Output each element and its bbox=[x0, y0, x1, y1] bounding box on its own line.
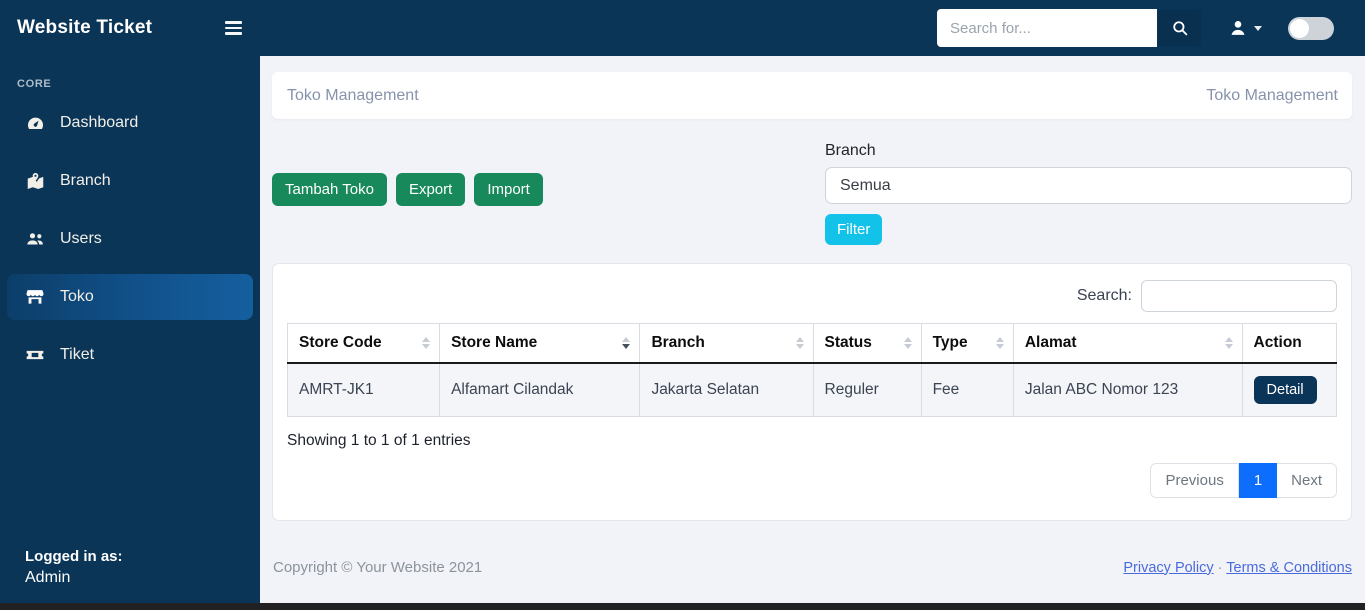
logged-in-user: Admin bbox=[25, 569, 71, 586]
branch-select[interactable]: Semua bbox=[825, 167, 1352, 204]
filter-button[interactable]: Filter bbox=[825, 214, 883, 245]
ticket-icon bbox=[25, 345, 45, 365]
app-title: Website Ticket bbox=[17, 17, 153, 38]
sidebar-item-tiket[interactable]: Tiket bbox=[0, 326, 260, 384]
logged-in-label: Logged in as: bbox=[25, 548, 123, 565]
users-icon bbox=[25, 229, 45, 249]
sidebar-item-dashboard[interactable]: Dashboard bbox=[0, 94, 260, 152]
sidebar-item-users[interactable]: Users bbox=[0, 210, 260, 268]
sidebar-item-label: Branch bbox=[60, 172, 111, 189]
navbar-search-input[interactable] bbox=[937, 9, 1157, 47]
sidebar-section-core: CORE bbox=[17, 78, 52, 90]
map-marked-icon bbox=[25, 171, 45, 191]
sidebar: CORE Dashboard Branch Users Toko Tiket L… bbox=[0, 56, 260, 603]
cell-type: Fee bbox=[920, 362, 1014, 417]
pagination: Previous 1 Next bbox=[287, 463, 1337, 498]
hamburger-icon bbox=[225, 32, 242, 35]
breadcrumb: Toko Management Toko Management bbox=[272, 72, 1352, 119]
table-card: Search: Store Code Store Name Branch Sta… bbox=[272, 263, 1352, 521]
cell-status: Reguler bbox=[812, 362, 922, 417]
theme-toggle-switch[interactable] bbox=[1288, 16, 1334, 40]
sidebar-item-label: Tiket bbox=[60, 346, 95, 363]
terms-conditions-link[interactable]: Terms & Conditions bbox=[1226, 560, 1352, 576]
page-title: Toko Management bbox=[287, 86, 419, 104]
tambah-toko-button[interactable]: Tambah Toko bbox=[272, 173, 387, 206]
column-header-store-name[interactable]: Store Name bbox=[439, 323, 641, 364]
branch-filter: Branch Semua Filter bbox=[825, 142, 1352, 245]
toolbar-filter-row: Tambah Toko Export Import Branch Semua F… bbox=[272, 142, 1352, 245]
export-button[interactable]: Export bbox=[395, 173, 466, 206]
pagination-page-1[interactable]: 1 bbox=[1238, 463, 1278, 498]
sort-icon bbox=[903, 337, 912, 349]
sort-icon bbox=[1224, 337, 1233, 349]
bottom-edge-bar bbox=[0, 603, 1365, 610]
user-menu[interactable] bbox=[1228, 18, 1262, 38]
store-icon bbox=[25, 287, 45, 307]
chevron-down-icon bbox=[1254, 25, 1262, 31]
table-search-label: Search: bbox=[1076, 287, 1132, 304]
table-row: AMRT-JK1 Alfamart Cilandak Jakarta Selat… bbox=[286, 362, 1338, 417]
column-header-status[interactable]: Status bbox=[812, 323, 922, 364]
logged-in-box: Logged in as: Admin bbox=[0, 548, 260, 603]
user-icon bbox=[1228, 18, 1248, 38]
hamburger-icon bbox=[225, 26, 242, 30]
toggle-knob bbox=[1290, 18, 1309, 38]
sort-icon bbox=[422, 337, 431, 349]
table-header-row: Store Code Store Name Branch Status Type… bbox=[286, 323, 1338, 364]
sidebar-toggle-button[interactable] bbox=[225, 15, 251, 41]
sidebar-item-label: Dashboard bbox=[60, 114, 139, 131]
page-layout: CORE Dashboard Branch Users Toko Tiket L… bbox=[0, 56, 1365, 603]
footer-links: Privacy Policy · Terms & Conditions bbox=[1123, 560, 1352, 576]
pagination-next[interactable]: Next bbox=[1277, 463, 1337, 498]
navbar-search bbox=[937, 9, 1202, 47]
toko-table: Store Code Store Name Branch Status Type… bbox=[286, 323, 1338, 417]
copyright-text: Copyright © Your Website 2021 bbox=[273, 559, 483, 576]
sort-icon bbox=[622, 337, 631, 349]
main-area: Toko Management Toko Management Tambah T… bbox=[260, 56, 1365, 603]
hamburger-icon bbox=[225, 21, 242, 24]
privacy-policy-link[interactable]: Privacy Policy bbox=[1123, 560, 1213, 576]
table-search-input[interactable] bbox=[1141, 280, 1337, 312]
cell-action: Detail bbox=[1241, 362, 1338, 417]
search-icon bbox=[1171, 19, 1189, 37]
column-header-store-code[interactable]: Store Code bbox=[286, 323, 441, 364]
top-navbar: Website Ticket bbox=[0, 0, 1365, 56]
footer: Copyright © Your Website 2021 Privacy Po… bbox=[260, 559, 1365, 603]
content: Toko Management Toko Management Tambah T… bbox=[260, 56, 1365, 521]
column-header-action: Action bbox=[1241, 323, 1338, 364]
toolbar: Tambah Toko Export Import bbox=[272, 142, 825, 245]
cell-store-name: Alfamart Cilandak bbox=[439, 362, 641, 417]
sort-icon bbox=[995, 337, 1004, 349]
column-header-branch[interactable]: Branch bbox=[639, 323, 814, 364]
cell-branch: Jakarta Selatan bbox=[639, 362, 814, 417]
sidebar-item-branch[interactable]: Branch bbox=[0, 152, 260, 210]
column-header-alamat[interactable]: Alamat bbox=[1012, 323, 1243, 364]
detail-button[interactable]: Detail bbox=[1253, 376, 1317, 404]
sidebar-item-label: Toko bbox=[60, 288, 94, 305]
cell-store-code: AMRT-JK1 bbox=[286, 362, 441, 417]
sort-icon bbox=[795, 337, 804, 349]
pagination-previous[interactable]: Previous bbox=[1150, 463, 1239, 498]
sidebar-item-label: Users bbox=[60, 230, 102, 247]
import-button[interactable]: Import bbox=[474, 173, 543, 206]
column-header-type[interactable]: Type bbox=[920, 323, 1014, 364]
table-search: Search: bbox=[287, 280, 1337, 312]
cell-alamat: Jalan ABC Nomor 123 bbox=[1012, 362, 1243, 417]
tachometer-icon bbox=[25, 113, 45, 133]
footer-separator: · bbox=[1217, 559, 1223, 576]
navbar-search-button[interactable] bbox=[1157, 9, 1202, 47]
table-info: Showing 1 to 1 of 1 entries bbox=[287, 432, 471, 449]
branch-label: Branch bbox=[825, 142, 876, 159]
breadcrumb-current: Toko Management bbox=[1206, 86, 1338, 104]
sidebar-item-toko[interactable]: Toko bbox=[7, 274, 253, 320]
